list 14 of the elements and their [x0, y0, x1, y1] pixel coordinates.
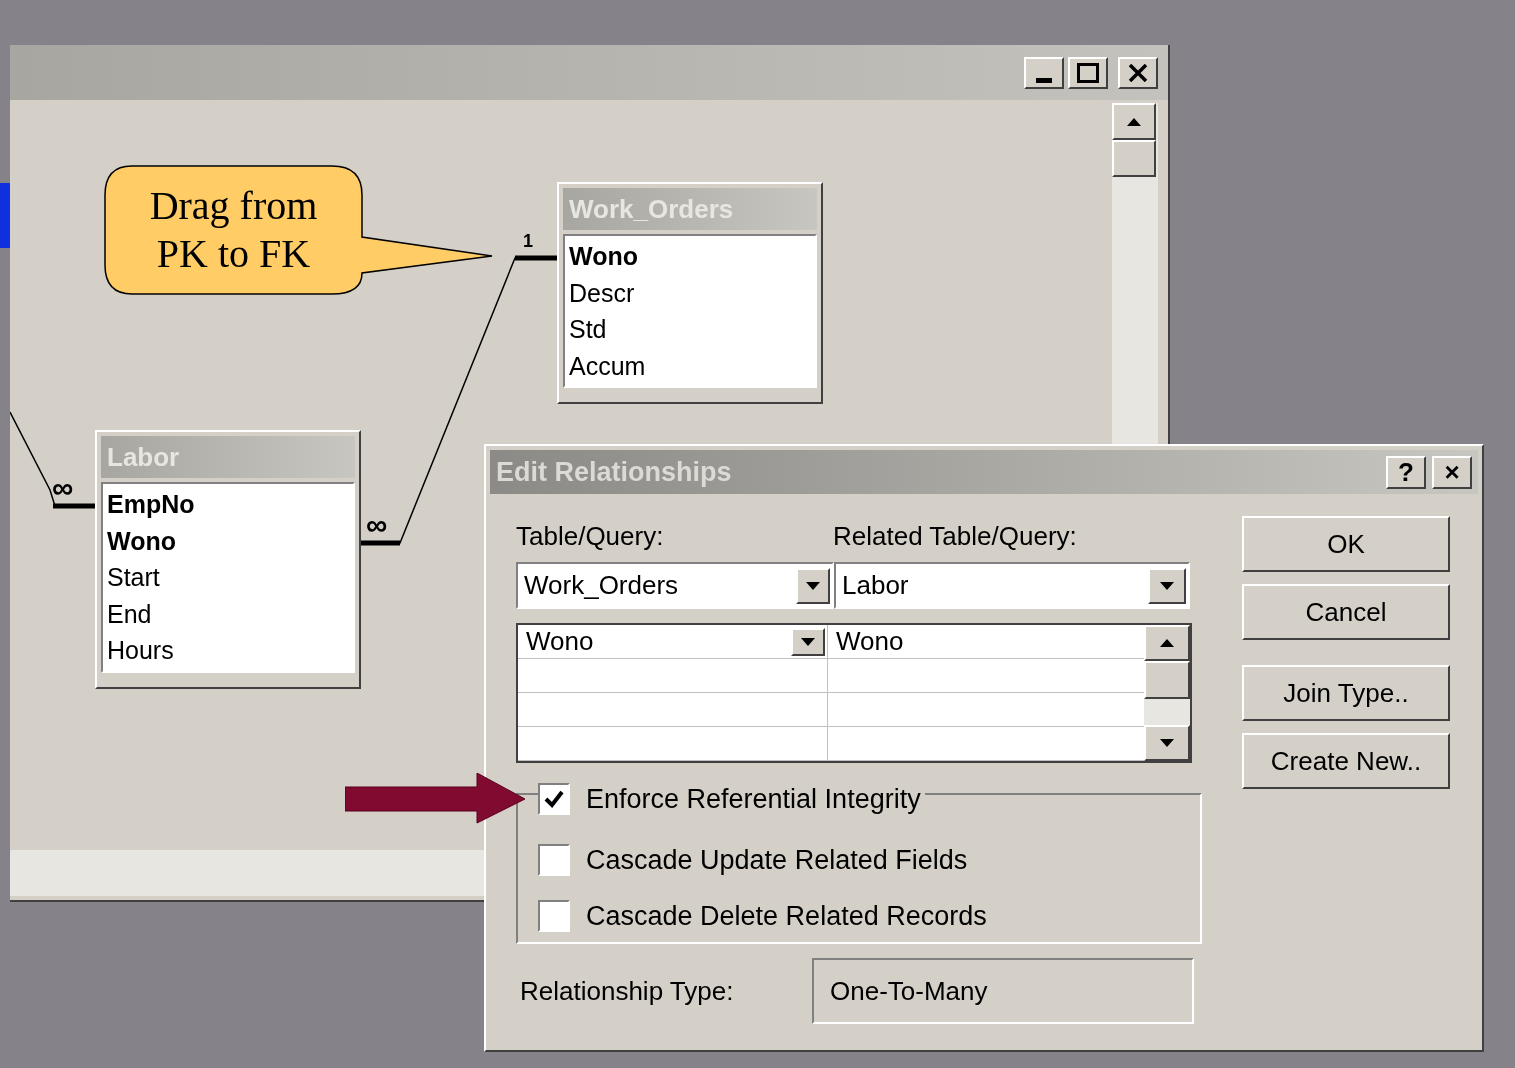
related-table-label: Related Table/Query: — [833, 519, 1077, 553]
callout-text: Drag from PK to FK — [148, 182, 319, 278]
option-label: Cascade Update Related Fields — [586, 843, 968, 877]
dialog-title: Edit Relationships — [496, 455, 732, 489]
many-side-label: ∞ — [52, 473, 74, 503]
relationship-type-label: Relationship Type: — [519, 974, 735, 1008]
relationship-type-value: One-To-Many — [812, 958, 1194, 1024]
table-query-label: Table/Query: — [516, 519, 665, 553]
option-label: Cascade Delete Related Records — [586, 900, 987, 933]
one-side-label: 1 — [523, 230, 533, 253]
many-side-label: ∞ — [366, 510, 388, 540]
table-title: Labor — [101, 436, 355, 478]
table-title: Work_Orders — [563, 188, 817, 230]
option-label: Enforce Referential Integrity — [586, 783, 921, 816]
